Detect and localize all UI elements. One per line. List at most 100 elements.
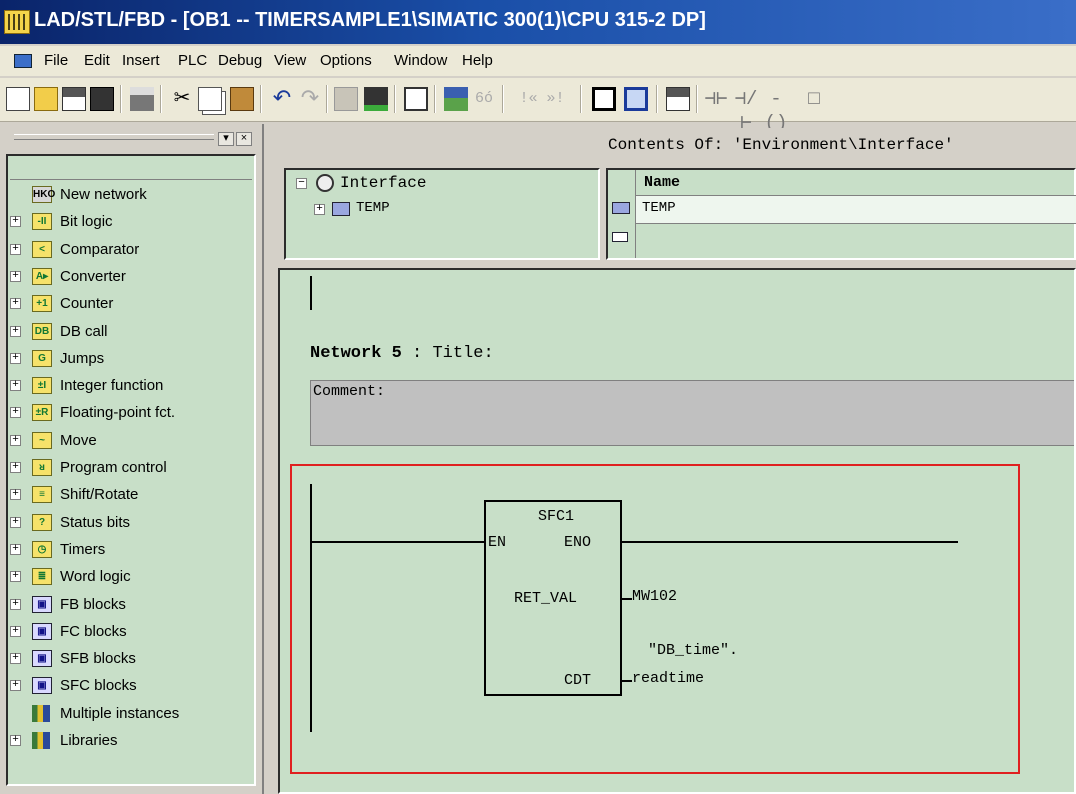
expand-icon[interactable]: + [10,407,21,419]
tree-item-fc-blocks[interactable]: + ▣ FC blocks [8,619,252,646]
power-rail [310,484,312,732]
expand-icon[interactable]: + [10,735,21,746]
overview-icon[interactable] [592,87,616,111]
expand-icon[interactable]: + [10,325,21,337]
expand-icon[interactable]: + [10,298,21,310]
menu-insert[interactable]: Insert [122,52,160,69]
category-icon: ▣ [32,677,52,695]
tree-item-status-bits[interactable]: +? Status bits [8,510,252,537]
tree-item-timers[interactable]: + ◷ Timers [8,537,252,564]
expand-icon[interactable]: + [10,625,21,637]
tree-item-db-call[interactable]: + DB DB call [8,319,252,346]
details-icon[interactable] [624,87,648,111]
tree-item-counter[interactable]: + +1 Counter [8,291,252,318]
collapse-icon[interactable]: − [296,178,307,189]
column-header-name[interactable]: Name [644,174,680,191]
tree-item-program-control[interactable]: + ᴚ Program control [8,455,252,482]
expand-icon[interactable]: + [10,434,21,446]
tree-item-label: Shift/Rotate [60,486,139,504]
redo-icon[interactable]: ↷ [298,87,322,111]
box-icon[interactable]: □ [802,87,826,111]
cdt-operand-field[interactable]: readtime [632,670,704,687]
expand-icon[interactable]: + [10,571,21,583]
menu-debug[interactable]: Debug [218,52,262,69]
download-icon[interactable] [334,87,358,111]
tree-item-libraries[interactable]: + Libraries [8,728,252,755]
coil-icon[interactable]: -() [764,87,788,134]
close-icon[interactable]: × [236,132,252,146]
menu-options[interactable]: Options [320,52,372,69]
paste-icon[interactable] [230,87,254,111]
tree-item-bit-logic[interactable]: + -II Bit logic [8,209,252,236]
ret-val-operand[interactable]: MW102 [632,588,677,605]
tree-item-fb-blocks[interactable]: + ▣ FB blocks [8,592,252,619]
tree-item-sfc-blocks[interactable]: + ▣ SFC blocks [8,673,252,700]
load-icon[interactable] [364,87,388,111]
cut-icon[interactable]: ✂ [170,87,194,111]
tree-item-integer-function[interactable]: + ±I Integer function [8,373,252,400]
new-icon[interactable] [6,87,30,111]
contact-icon[interactable]: ⊣⊢ [704,87,728,111]
network-icon[interactable] [62,87,86,111]
tree-item-floating-point-fct[interactable]: + ±R Floating-point fct. [8,400,252,427]
toolbar-separator [120,85,122,113]
menu-edit[interactable]: Edit [84,52,110,69]
new-network-icon[interactable] [666,87,690,111]
menu-view[interactable]: View [274,52,306,69]
app-icon[interactable] [4,10,30,34]
tree-item-move[interactable]: + ~ Move [8,428,252,455]
tree-item-comparator[interactable]: + < Comparator [8,237,252,264]
expand-icon[interactable]: + [10,598,21,610]
print-icon[interactable] [130,87,154,111]
expand-icon[interactable]: + [10,680,21,692]
menu-window[interactable]: Window [394,52,447,69]
expand-icon[interactable]: + [10,543,21,555]
tree-item-label: Libraries [60,732,118,749]
cdt-operand-db[interactable]: "DB_time". [648,642,738,659]
tree-item-multiple-instances[interactable]: Multiple instances [8,701,252,728]
tree-item-jumps[interactable]: + G Jumps [8,346,252,373]
dock-button[interactable]: ▾ [218,132,234,146]
tree-child-label[interactable]: TEMP [356,200,390,216]
category-icon: ▣ [32,595,52,613]
menu-plc[interactable]: PLC [178,52,207,69]
tree-item-converter[interactable]: + A▸ Converter [8,264,252,291]
tree-item-sfb-blocks[interactable]: + ▣ SFB blocks [8,646,252,673]
tree-item-shift-rotate[interactable]: + ≡ Shift/Rotate [8,482,252,509]
pin-eno: ENO [564,534,592,551]
nodes-icon[interactable] [444,87,468,111]
open-icon[interactable] [34,87,58,111]
copy-icon[interactable] [198,87,222,111]
drag-grip[interactable] [14,134,214,140]
document-icon[interactable] [14,54,32,68]
expand-icon[interactable]: + [10,653,21,665]
network-title-text[interactable]: Title: [432,344,493,363]
table-row[interactable]: TEMP [636,196,1076,224]
expand-icon[interactable]: + [10,243,21,255]
network-selection-frame[interactable] [290,464,1020,774]
new-row-icon[interactable] [612,232,628,242]
save-icon[interactable] [90,87,114,111]
nc-contact-icon[interactable]: ⊣/⊢ [734,87,758,134]
expand-icon[interactable]: + [314,204,325,215]
expand-icon[interactable]: + [10,270,21,282]
menu-file[interactable]: File [44,52,68,69]
tree-root-label[interactable]: Interface [340,174,426,192]
eno-wire [622,541,958,543]
menu-help[interactable]: Help [462,52,493,69]
pin-ret-val: RET_VAL [514,590,578,607]
network-comment[interactable]: Comment: [310,380,1074,446]
prev-next-icon[interactable]: !« »! [512,87,572,111]
expand-icon[interactable]: + [10,462,21,473]
tree-item-word-logic[interactable]: + ≣ Word logic [8,564,252,591]
toggle-icon[interactable]: 6ó [472,87,496,111]
undo-icon[interactable]: ↶ [270,87,294,111]
tag-icon[interactable] [404,87,428,111]
sfc1-block[interactable]: SFC1 EN ENO RET_VAL CDT [484,500,622,696]
expand-icon[interactable]: + [10,489,21,501]
tree-item-new-network[interactable]: HKO New network [8,182,252,209]
expand-icon[interactable]: + [10,352,21,364]
expand-icon[interactable]: + [10,380,21,392]
expand-icon[interactable]: + [10,216,21,228]
expand-icon[interactable]: + [10,516,21,528]
